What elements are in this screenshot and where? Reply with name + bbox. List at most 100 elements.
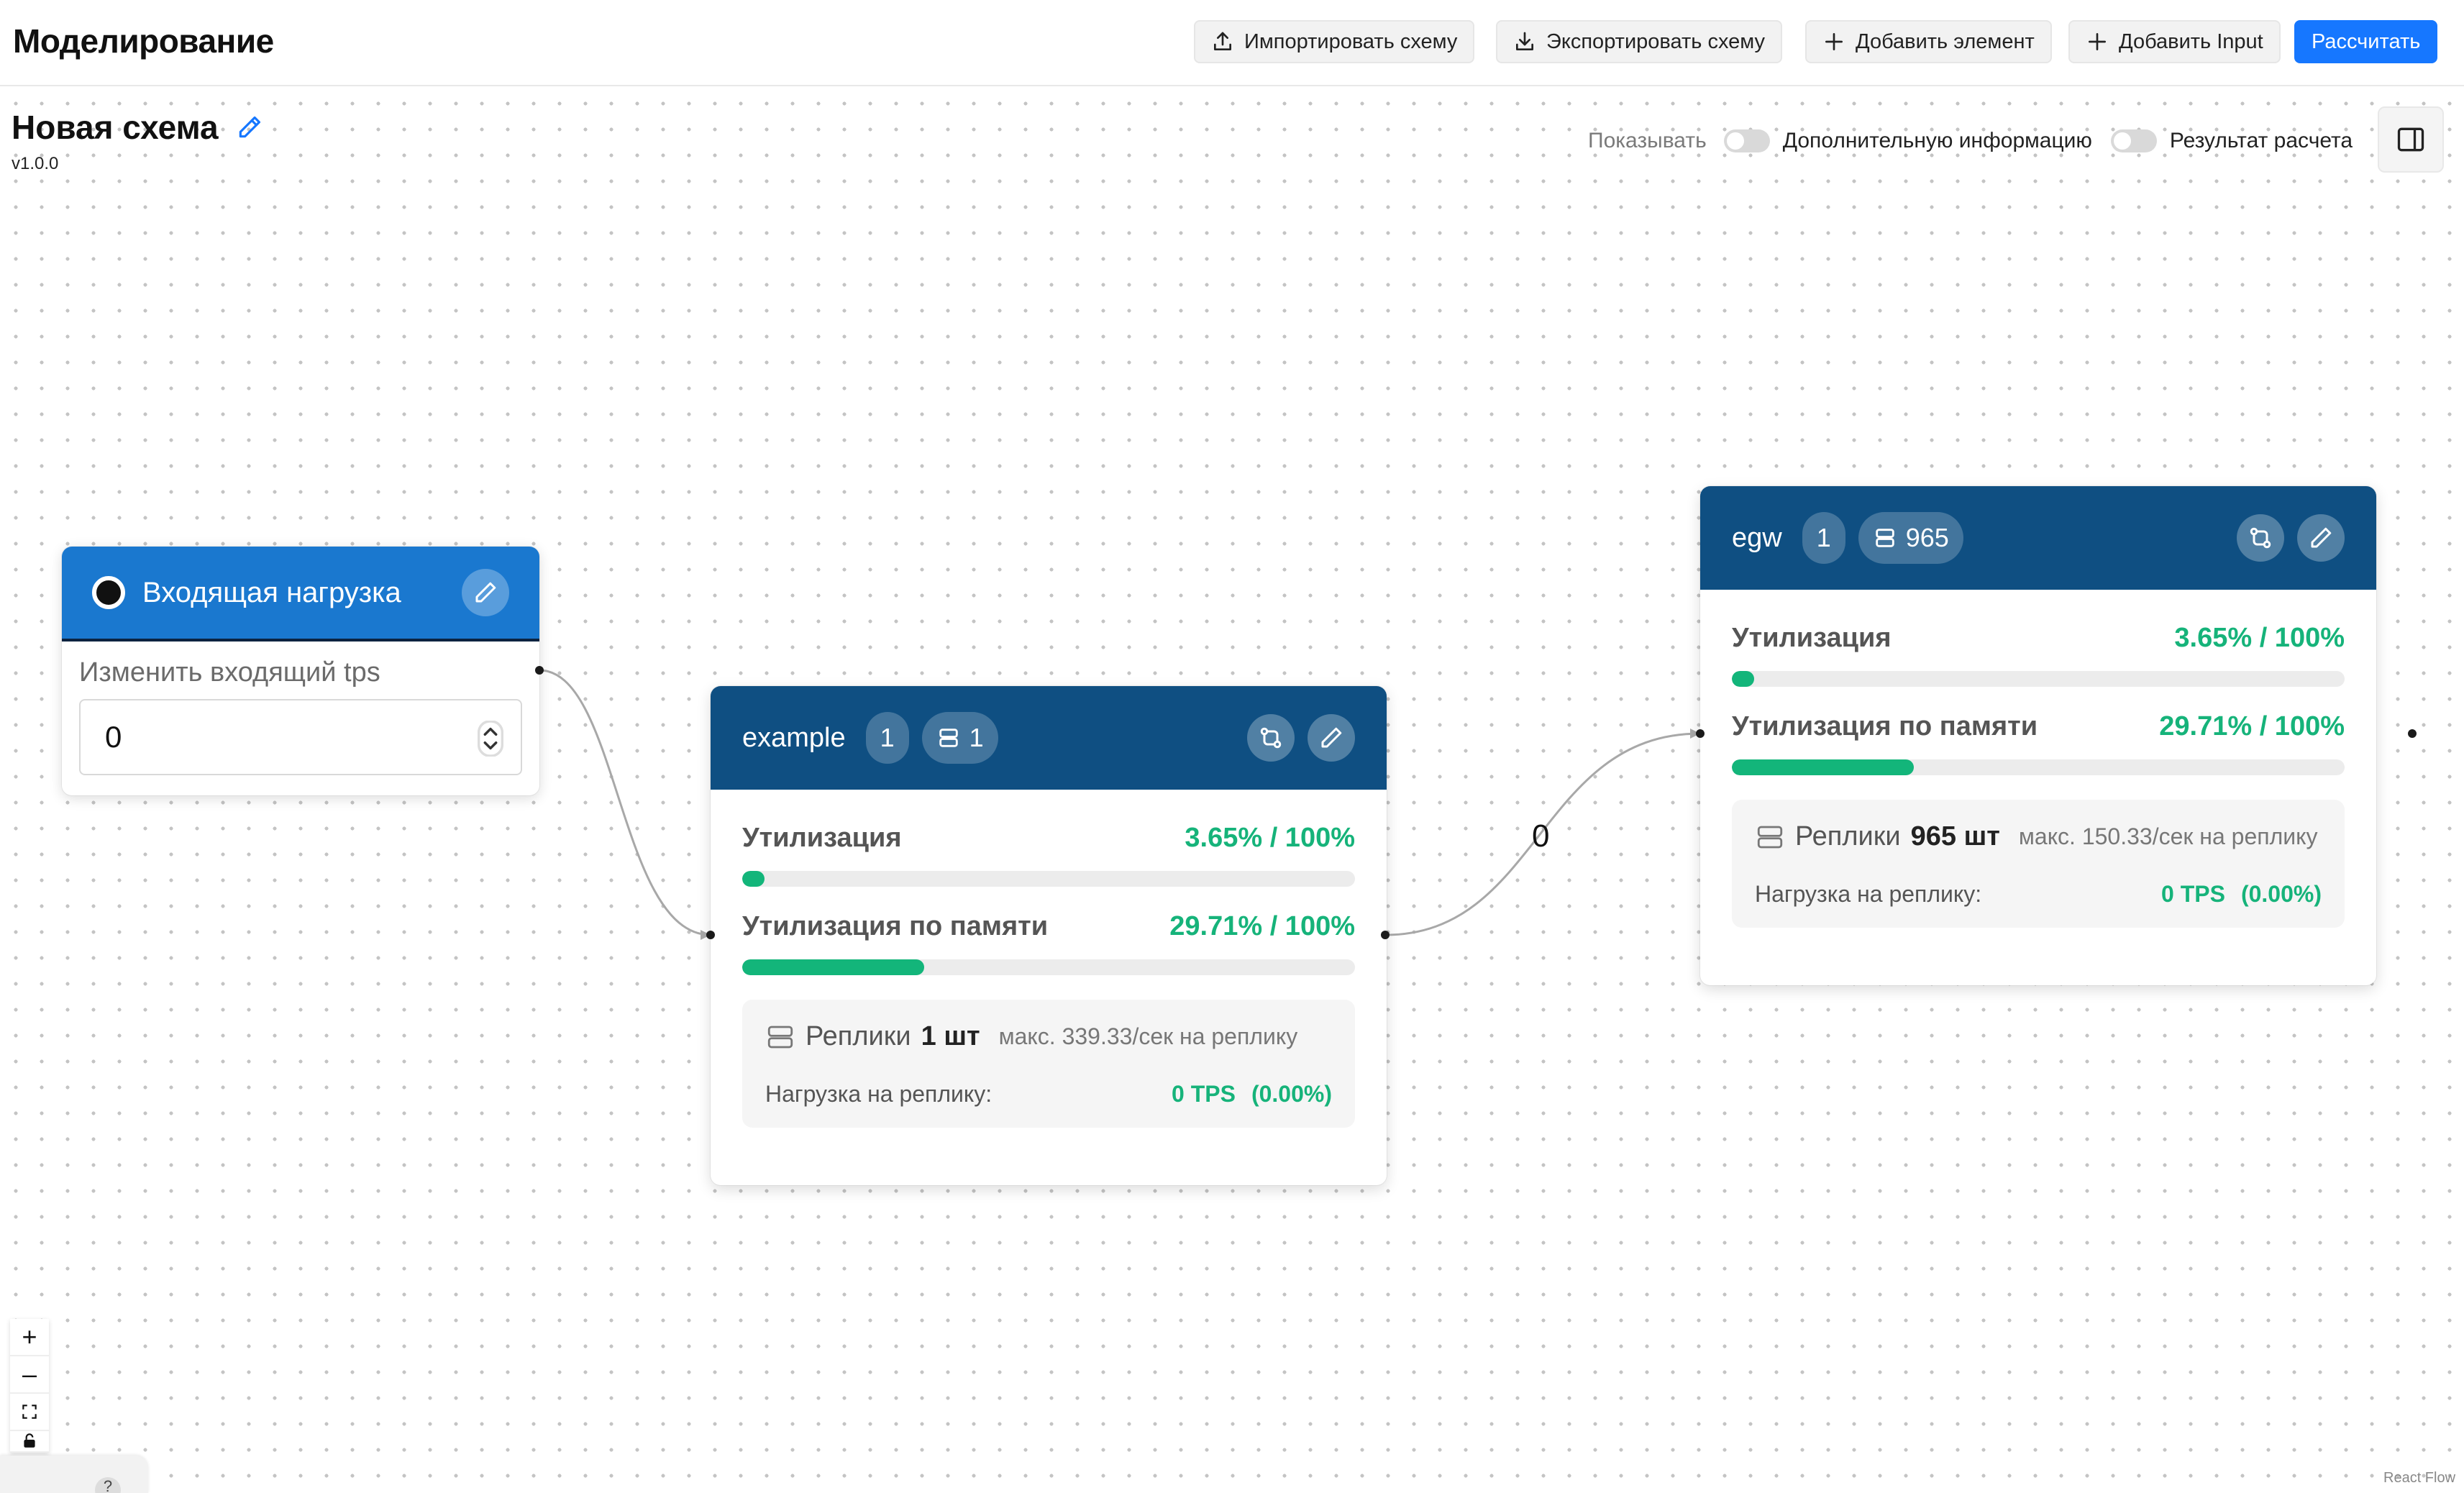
lock-icon xyxy=(24,1433,35,1448)
load-pct: (0.00%) xyxy=(2240,881,2322,907)
fit-view-button[interactable] xyxy=(10,1394,49,1431)
util-value: 3.65% / 100% xyxy=(1185,823,1355,853)
util-bar-fill xyxy=(1732,671,1755,687)
node-example-header: example 1 1 xyxy=(711,686,1387,790)
scheme-title: Новая схема xyxy=(12,108,263,147)
export-scheme-label: Экспортировать схему xyxy=(1546,29,1766,53)
load-tps: 0 TPS xyxy=(1172,1081,1236,1107)
node-egw[interactable]: egw 1 965 Утилизация 3.65% / 100% Утилиз… xyxy=(1700,486,2376,985)
app-title: Моделирование xyxy=(13,22,274,60)
load-label: Нагрузка на реплику: xyxy=(765,1081,993,1107)
replicas-title: Реплики xyxy=(806,1021,911,1051)
server-icon xyxy=(1876,529,1894,547)
zoom-controls: + – xyxy=(10,1319,49,1453)
node-name: example xyxy=(742,722,846,753)
mem-util-value: 29.71% / 100% xyxy=(1169,911,1355,941)
node-example[interactable]: example 1 1 Утилизация 3.65% / 100% Утил… xyxy=(711,686,1387,1185)
display-options: Показывать Дополнительную информацию Рез… xyxy=(1588,124,2353,158)
mem-util-bar xyxy=(1732,759,2345,775)
input-node-edit-button[interactable] xyxy=(462,569,509,616)
git-compare-icon xyxy=(1260,727,1282,749)
replicas-badge: 965 xyxy=(1858,512,1963,564)
add-element-button[interactable]: Добавить элемент xyxy=(1805,20,2052,63)
incoming-tps-value: 0 xyxy=(105,720,122,754)
side-panel-toggle-button[interactable] xyxy=(2378,106,2444,173)
add-element-label: Добавить элемент xyxy=(1856,29,2035,53)
calculate-button[interactable]: Рассчитать xyxy=(2294,20,2438,63)
react-flow-attribution[interactable]: React Flow xyxy=(2383,1470,2455,1487)
zoom-out-button[interactable]: – xyxy=(10,1356,49,1394)
input-node-title: Входящая нагрузка xyxy=(142,576,401,608)
mem-util-bar xyxy=(742,959,1355,975)
node-edit-button[interactable] xyxy=(1308,714,1355,762)
load-pct: (0.00%) xyxy=(1251,1081,1332,1107)
add-input-button[interactable]: Добавить Input xyxy=(2068,20,2281,63)
input-node-source-handle[interactable] xyxy=(535,666,544,675)
scheme-title-text: Новая схема xyxy=(12,109,219,146)
extra-info-toggle[interactable] xyxy=(1723,129,1770,152)
export-scheme-button[interactable]: Экспортировать схему xyxy=(1496,20,1783,63)
util-bar xyxy=(742,871,1355,887)
input-node-caption: Изменить входящий tps xyxy=(79,657,380,688)
stepper-icon[interactable] xyxy=(478,721,503,757)
replicas-count: 965 шт xyxy=(1910,821,2000,851)
node-egw-source-handle[interactable] xyxy=(2408,729,2417,738)
input-node-header: Входящая нагрузка xyxy=(62,547,539,642)
node-egw-target-handle[interactable] xyxy=(1696,729,1705,738)
upload-icon xyxy=(1214,32,1231,50)
load-tps: 0 TPS xyxy=(2161,881,2225,907)
plus-icon xyxy=(1825,33,1843,50)
help-icon[interactable]: ? xyxy=(95,1477,121,1493)
server-icon xyxy=(939,729,958,747)
connections-button[interactable] xyxy=(2237,514,2284,562)
replicas-max: макс. 339.33/сек на реплику xyxy=(998,1023,1298,1049)
calc-result-toggle[interactable] xyxy=(2110,129,2157,152)
show-label: Показывать xyxy=(1588,129,1707,152)
node-name: egw xyxy=(1732,522,1782,553)
instances-badge: 1 xyxy=(865,712,909,764)
util-value: 3.65% / 100% xyxy=(2174,623,2345,653)
lock-button[interactable] xyxy=(10,1431,49,1453)
replicas-panel: Реплики 965 шт макс. 150.33/сек на репли… xyxy=(1732,800,2345,928)
instances-badge: 1 xyxy=(1802,512,1845,564)
node-egw-header: egw 1 965 xyxy=(1700,486,2376,590)
node-edit-button[interactable] xyxy=(2297,514,2345,562)
mem-util-bar-fill xyxy=(1732,759,1915,775)
mem-util-value: 29.71% / 100% xyxy=(2159,711,2345,741)
git-compare-icon xyxy=(2250,527,2271,549)
sidebar-icon xyxy=(2397,127,2424,152)
util-bar-fill xyxy=(742,871,765,887)
pencil-icon xyxy=(475,582,496,603)
add-input-label: Добавить Input xyxy=(2119,29,2263,53)
mem-util-bar-fill xyxy=(742,959,925,975)
top-bar: Моделирование Импортировать схему Экспор… xyxy=(0,0,2464,86)
replicas-max: макс. 150.33/сек на реплику xyxy=(2018,823,2318,849)
zoom-in-button[interactable]: + xyxy=(10,1319,49,1356)
replicas-title: Реплики xyxy=(1795,821,1901,851)
plus-icon xyxy=(2089,33,2106,50)
bottom-panel-tab[interactable]: ? xyxy=(0,1456,148,1493)
replicas-badge-value: 1 xyxy=(969,723,984,752)
server-icon xyxy=(767,1026,793,1048)
node-example-source-handle[interactable] xyxy=(1381,931,1390,939)
fit-view-icon xyxy=(22,1405,37,1419)
server-icon xyxy=(1757,826,1783,848)
replicas-count: 1 шт xyxy=(921,1021,980,1051)
connections-button[interactable] xyxy=(1247,714,1295,762)
mem-util-label: Утилизация по памяти xyxy=(742,911,1049,941)
edge-label: 0 xyxy=(1532,818,1550,854)
util-label: Утилизация xyxy=(742,823,902,853)
incoming-tps-input[interactable]: 0 xyxy=(79,699,522,775)
load-label: Нагрузка на реплику: xyxy=(1755,881,1982,907)
calc-result-label: Результат расчета xyxy=(2169,129,2353,152)
mem-util-label: Утилизация по памяти xyxy=(1732,711,2038,741)
pencil-icon xyxy=(2311,527,2332,548)
edit-title-icon[interactable] xyxy=(236,114,263,141)
scheme-version: v1.0.0 xyxy=(12,154,59,173)
import-scheme-label: Импортировать схему xyxy=(1244,29,1458,53)
import-scheme-button[interactable]: Импортировать схему xyxy=(1194,20,1475,63)
replicas-badge: 1 xyxy=(921,712,998,764)
util-label: Утилизация xyxy=(1732,623,1892,653)
input-node[interactable]: Входящая нагрузка Изменить входящий tps … xyxy=(62,547,539,795)
node-example-target-handle[interactable] xyxy=(706,931,715,939)
